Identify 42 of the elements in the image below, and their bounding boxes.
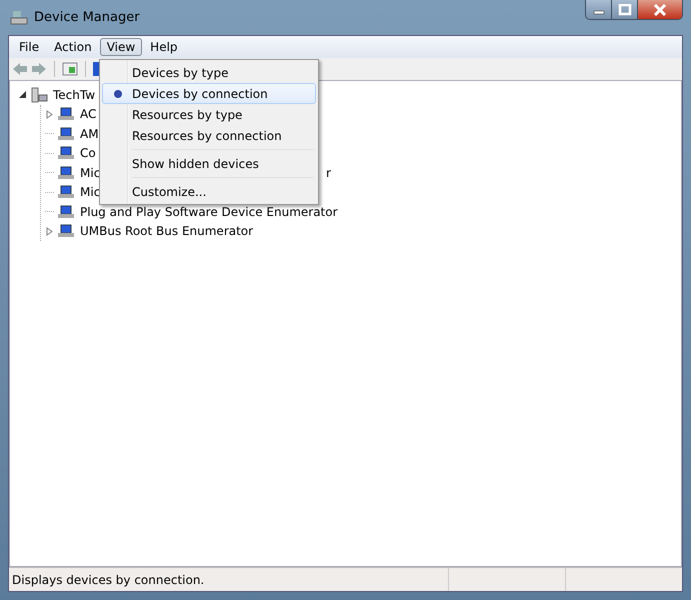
tree-item[interactable]: TechTw [51, 88, 96, 102]
close-button[interactable] [638, 0, 682, 19]
device-icon [57, 126, 75, 141]
forward-icon[interactable] [31, 62, 47, 76]
device-icon [57, 204, 75, 219]
close-icon [652, 4, 668, 16]
computer-icon [30, 86, 48, 103]
minimize-button[interactable] [586, 0, 612, 19]
maximize-icon [618, 4, 632, 16]
tree-item[interactable]: AM [78, 126, 99, 141]
menu-item[interactable]: File [12, 38, 46, 56]
tree-item[interactable]: Mic [78, 185, 100, 200]
menu-item[interactable]: Action [47, 38, 99, 56]
menu-item[interactable]: View [100, 38, 142, 56]
collapse-icon[interactable] [18, 90, 27, 100]
menu-option[interactable]: Show hidden devices [102, 153, 316, 174]
tree-item[interactable]: Plug and Play Software Device Enumerator [78, 204, 338, 219]
tree-item[interactable]: Co [78, 146, 96, 160]
device-icon [57, 146, 75, 160]
menu-option[interactable]: Resources by connection [102, 125, 316, 146]
expand-icon[interactable] [45, 226, 54, 236]
properties-icon[interactable] [62, 62, 78, 76]
back-icon[interactable] [12, 62, 28, 76]
device-icon [57, 166, 75, 180]
menu-option[interactable]: Devices by connection [102, 83, 316, 104]
menu-item[interactable]: Help [143, 38, 185, 56]
status-text: Displays devices by connection. [11, 572, 206, 586]
tree-item[interactable]: AC [78, 107, 96, 122]
menu-option[interactable]: Resources by type [102, 104, 316, 125]
device-icon [57, 224, 75, 238]
tree-item-fragment: r [326, 166, 331, 180]
expand-icon[interactable] [45, 110, 54, 119]
menu-option[interactable]: Devices by type [102, 62, 316, 83]
tree-item[interactable]: UMBus Root Bus Enumerator [78, 224, 254, 238]
device-icon [57, 107, 75, 122]
device-icon [57, 185, 75, 200]
window-title: Device Manager [34, 10, 140, 25]
maximize-button[interactable] [612, 0, 638, 19]
radio-dot-icon [114, 90, 122, 98]
device-manager-icon [10, 10, 28, 26]
tree-item[interactable]: Mic [78, 166, 100, 180]
menu-option[interactable]: Customize... [102, 181, 316, 202]
